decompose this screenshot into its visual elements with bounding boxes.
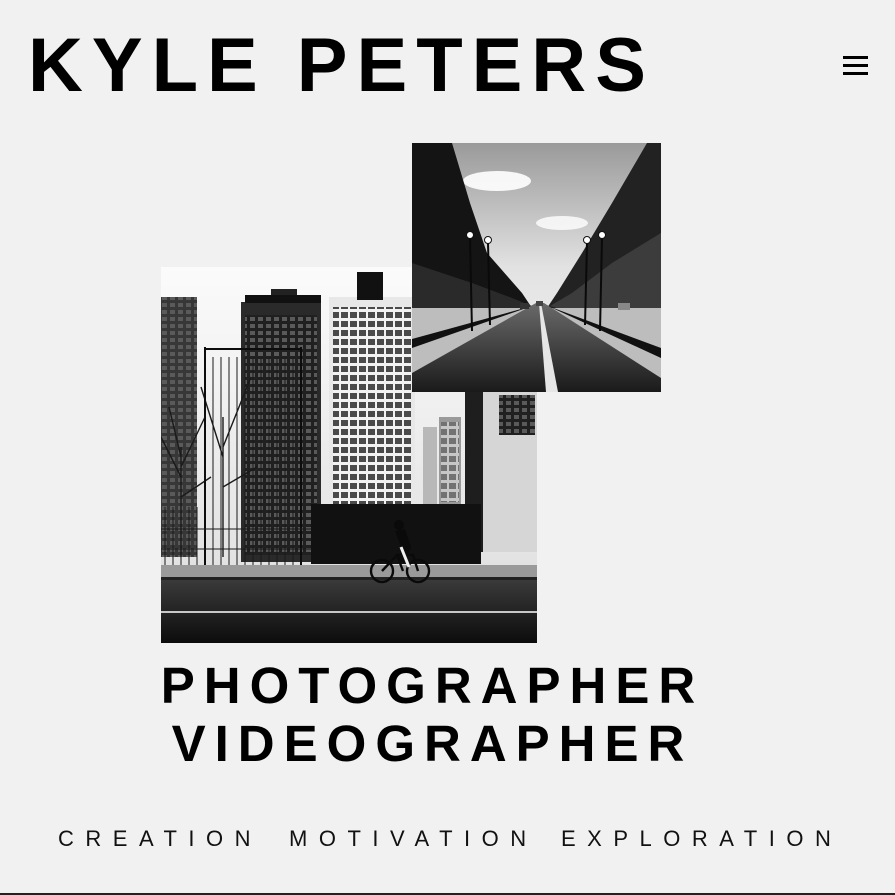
menu-bar: [843, 56, 868, 59]
menu-bar: [843, 72, 868, 75]
value-creation: CREATION: [58, 826, 263, 851]
hamburger-menu-icon[interactable]: [838, 52, 872, 82]
tree-lined-road-photo: [412, 143, 661, 392]
role-videographer: VIDEOGRAPHER: [171, 715, 694, 772]
role-photographer: PHOTOGRAPHER: [160, 657, 705, 714]
value-motivation: MOTIVATION: [289, 826, 538, 851]
site-title[interactable]: KYLE PETERS: [28, 28, 655, 104]
value-exploration: EXPLORATION: [561, 826, 843, 851]
menu-bar: [843, 64, 868, 67]
